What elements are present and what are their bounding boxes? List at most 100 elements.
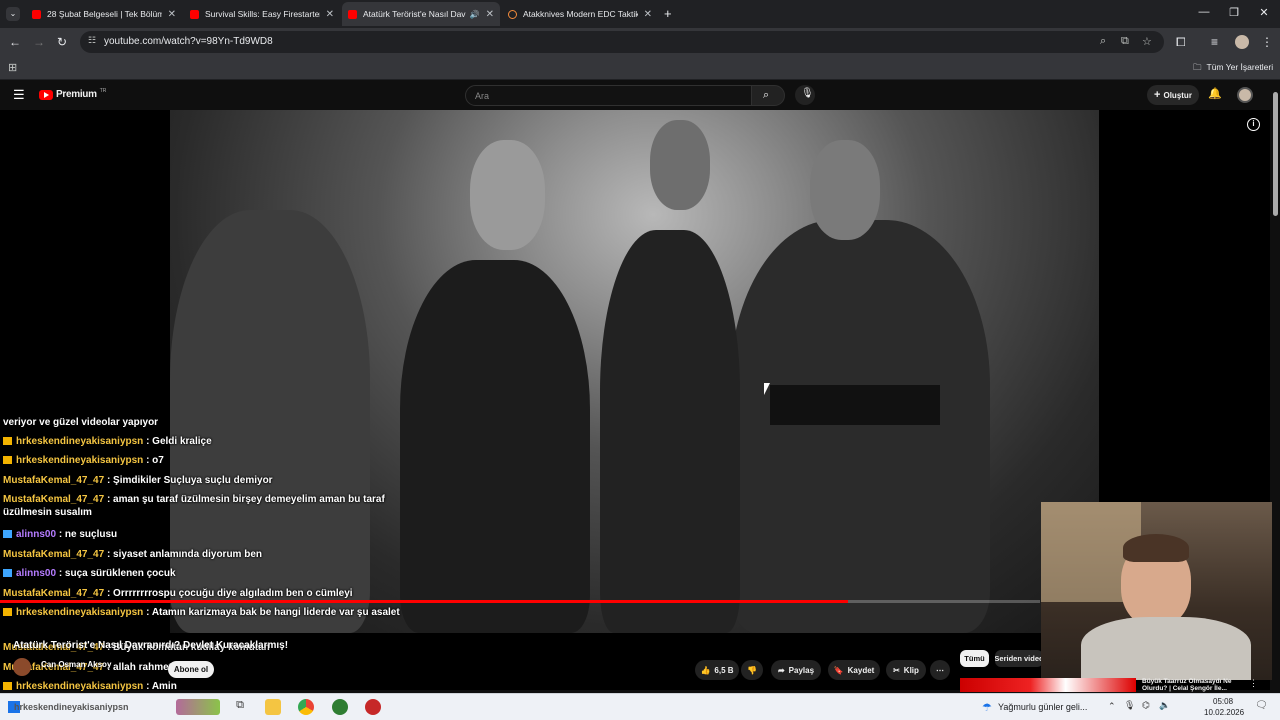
browser-tab-1[interactable]: 28 Şubat Belgeseli | Tek Bölüm ✕ [26,2,182,26]
back-icon[interactable]: ← [9,35,21,49]
menu-kebab-icon[interactable]: ⋮ [1261,35,1273,49]
subscribe-button[interactable]: Abone ol [168,661,214,678]
url-text[interactable]: youtube.com/watch?v=98Yn-Td9WD8 [104,36,273,47]
chat-message: alinns00 : suça sürüklenen çocuk [3,567,403,580]
clip-button[interactable]: ✂ Klip [886,660,926,680]
close-icon[interactable]: ✕ [168,9,176,20]
chip-series-label: Seriden video [995,654,1043,663]
webcam-overlay [1041,502,1280,680]
windows-taskbar: hrkeskendineyakisaniypsn ⧉ ☂ Yağmurlu gü… [0,693,1280,720]
clip-label: Klip [903,665,919,675]
voice-search-button[interactable]: 🎙 [795,85,815,105]
youtube-icon [348,9,357,19]
tray-clock-date[interactable]: 10.02.2026 [1204,708,1244,717]
tray-mic-icon[interactable]: 🎙 [1124,700,1135,711]
chip-all[interactable]: Tümü [960,650,989,667]
task-view-icon[interactable]: ⧉ [232,699,248,715]
search-box[interactable]: Ara [465,85,752,106]
channel-avatar[interactable] [13,658,31,676]
close-icon[interactable]: ✕ [644,9,652,20]
chat-text: : suça sürüklenen çocuk [58,568,176,579]
account-avatar[interactable] [1237,87,1253,103]
search-button[interactable]: ⌕ [751,85,785,106]
profile-icon[interactable] [1235,35,1249,49]
youtube-play-icon [39,89,53,100]
share-icon: ➦ [777,665,785,675]
zoom-icon[interactable]: ⌕ [1100,35,1106,48]
like-button[interactable]: 👍 6,5 B [695,660,739,680]
file-explorer-icon[interactable] [265,699,281,715]
share-button[interactable]: ➦ Paylaş [771,660,821,680]
chat-message: MustafaKemal_47_47 : Şimdikiler Suçluya … [3,474,403,487]
chat-text: veriyor ve güzel videolar yapıyor [3,417,159,428]
close-icon[interactable]: ✕ [326,9,334,20]
chat-badge-icon [3,530,12,538]
scrollbar-thumb[interactable] [1273,92,1278,216]
recommended-title[interactable]: Büyük Taarruz Olmasaydı Ne Olurdu? | Cel… [1142,678,1242,692]
close-icon[interactable]: ✕ [486,9,494,20]
chrome-icon[interactable] [298,699,314,715]
folder-icon: 🗀 [1193,62,1202,72]
tab-label: Survival Skills: Easy Firestarters [205,9,320,19]
browser-tab-3[interactable]: Atatürk Terörist'e Nasıl Dav 🔊 ✕ [342,2,500,26]
share-label: Paylaş [788,665,815,675]
app-icon[interactable] [332,699,348,715]
video-figure [730,220,990,633]
tray-chevron-icon[interactable]: ⌃ [1108,701,1116,712]
chat-username: alinns00 [16,568,59,579]
extensions-icon[interactable]: ⧠ [1176,35,1186,50]
video-title[interactable]: Atatürk Terörist'e Nasıl Davranırdı? Dev… [13,640,288,651]
chat-badge-icon [3,569,12,577]
youtube-logo[interactable]: Premium TR [39,88,106,100]
reload-icon[interactable]: ↻ [57,35,67,49]
channel-name[interactable]: Can Osman Aksoy [41,660,111,669]
apps-grid-icon[interactable]: ⊞ [8,61,17,74]
chat-text: : ne suçlusu [58,529,118,540]
widget-icon[interactable] [176,699,220,715]
close-window-icon[interactable]: ✕ [1257,6,1271,19]
page-scrollbar[interactable] [1272,80,1280,693]
browser-tab-4[interactable]: Atakknives Modern EDC Taktik ✕ [502,2,658,26]
all-bookmarks-button[interactable]: 🗀 Tüm Yer İşaretleri [1193,62,1273,76]
youtube-icon [190,9,199,19]
tab-label: Atatürk Terörist'e Nasıl Dav [363,9,466,19]
tray-clock-time[interactable]: 05:08 [1213,697,1233,706]
weather-text[interactable]: Yağmurlu günler geli... [998,702,1087,712]
cast-icon[interactable]: ⧉ [1121,35,1129,48]
site-info-icon[interactable]: ☷ [88,35,96,46]
chat-message: hrkeskendineyakisaniypsn : o7 [3,454,403,467]
subscribe-label: Abone ol [173,665,209,674]
dislike-button[interactable]: 👎 [741,660,763,680]
forward-icon[interactable]: → [33,35,45,49]
browser-tab-2[interactable]: Survival Skills: Easy Firestarters ✕ [184,2,340,26]
restore-icon[interactable]: ❐ [1227,6,1241,19]
video-figure [650,120,710,210]
app-icon-2[interactable] [365,699,381,715]
tray-network-icon[interactable]: ⌬ [1142,700,1150,711]
hamburger-menu-icon[interactable]: ☰ [13,87,25,103]
chat-message: hrkeskendineyakisaniypsn : Atamın karizm… [3,606,403,619]
notifications-bell-icon[interactable]: 🔔 [1208,87,1222,100]
bookmark-star-icon[interactable]: ☆ [1142,35,1152,48]
more-actions-button[interactable]: ⋯ [930,660,950,680]
new-tab-button[interactable]: + [664,6,672,21]
minimize-icon[interactable]: — [1197,6,1211,18]
progress-fill[interactable] [0,600,848,603]
info-icon[interactable]: i [1247,118,1260,131]
media-icon[interactable]: ≡ [1211,35,1218,49]
tab-search-button[interactable]: ⌄ [6,7,20,21]
save-button[interactable]: 🔖 Kaydet [828,660,880,680]
notification-icon[interactable]: 🗨 [1255,700,1268,711]
speaker-icon[interactable]: 🔊 [470,10,480,19]
youtube-icon [32,9,41,19]
chat-username: MustafaKemal_47_47 [3,475,107,486]
omnibox[interactable]: ☷ youtube.com/watch?v=98Yn-Td9WD8 ⌕ ⧉ ☆ [80,31,1164,53]
tray-volume-icon[interactable]: 🔈 [1159,700,1170,711]
recommended-thumbnail[interactable] [960,678,1136,692]
chat-username: hrkeskendineyakisaniypsn [16,455,147,466]
recommended-menu-icon[interactable]: ⋮ [1249,678,1258,689]
chip-series[interactable]: Seriden video [995,650,1043,667]
chat-text: : Geldi kraliçe [146,436,212,447]
create-button[interactable]: + Oluştur [1147,85,1199,105]
chat-username: MustafaKemal_47_47 [3,588,107,599]
